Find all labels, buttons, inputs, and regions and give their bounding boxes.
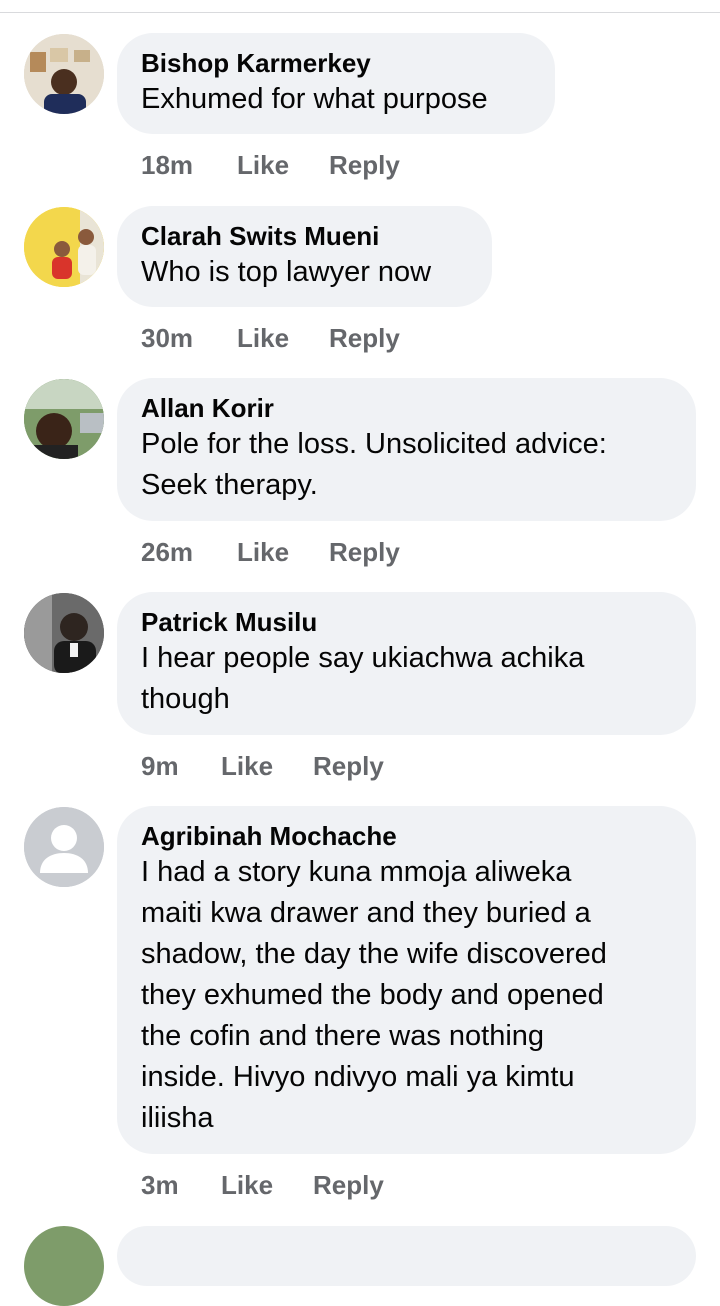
comment-bubble[interactable]: [117, 1226, 696, 1286]
avatar[interactable]: [24, 34, 104, 114]
comment-time[interactable]: 18m: [141, 148, 193, 182]
avatar-photo-icon: [24, 593, 104, 673]
reply-button[interactable]: Reply: [313, 749, 384, 783]
comment-author[interactable]: Allan Korir: [141, 392, 672, 424]
avatar-photo-icon: [24, 207, 104, 287]
comment-text: I had a story kuna mmoja aliweka maiti k…: [141, 856, 607, 1134]
avatar[interactable]: [24, 379, 104, 459]
comment-author[interactable]: Bishop Karmerkey: [141, 47, 531, 79]
comment-bubble[interactable]: Allan Korir Pole for the loss. Unsolicit…: [117, 378, 696, 521]
like-button[interactable]: Like: [237, 535, 289, 569]
comment-bubble[interactable]: Clarah Swits Mueni Who is top lawyer now: [117, 206, 492, 307]
comment-text: I hear people say ukiachwa achika though: [141, 642, 585, 715]
reply-button[interactable]: Reply: [313, 1168, 384, 1202]
comment-author[interactable]: Patrick Musilu: [141, 606, 672, 638]
top-divider: [0, 12, 720, 13]
comment-author[interactable]: Agribinah Mochache: [141, 820, 672, 852]
avatar-photo-icon: [24, 34, 104, 114]
comment-bubble[interactable]: Bishop Karmerkey Exhumed for what purpos…: [117, 33, 555, 134]
comment-time[interactable]: 3m: [141, 1168, 179, 1202]
avatar[interactable]: [24, 807, 104, 887]
comment-text: Exhumed for what purpose: [141, 83, 488, 115]
avatar-photo-icon: [24, 379, 104, 459]
like-button[interactable]: Like: [221, 1168, 273, 1202]
comment-time[interactable]: 26m: [141, 535, 193, 569]
comment-text: Who is top lawyer now: [141, 256, 432, 288]
reply-button[interactable]: Reply: [329, 148, 400, 182]
like-button[interactable]: Like: [221, 749, 273, 783]
comment-bubble[interactable]: Agribinah Mochache I had a story kuna mm…: [117, 806, 696, 1154]
default-profile-icon: [24, 807, 104, 887]
comment-time[interactable]: 30m: [141, 321, 193, 355]
avatar[interactable]: [24, 1226, 104, 1306]
comment-time[interactable]: 9m: [141, 749, 179, 783]
comment-author[interactable]: Clarah Swits Mueni: [141, 220, 468, 252]
comment-bubble[interactable]: Patrick Musilu I hear people say ukiachw…: [117, 592, 696, 735]
reply-button[interactable]: Reply: [329, 535, 400, 569]
avatar[interactable]: [24, 207, 104, 287]
like-button[interactable]: Like: [237, 148, 289, 182]
comment-text: Pole for the loss. Unsolicited advice: S…: [141, 428, 607, 501]
reply-button[interactable]: Reply: [329, 321, 400, 355]
like-button[interactable]: Like: [237, 321, 289, 355]
avatar[interactable]: [24, 593, 104, 673]
